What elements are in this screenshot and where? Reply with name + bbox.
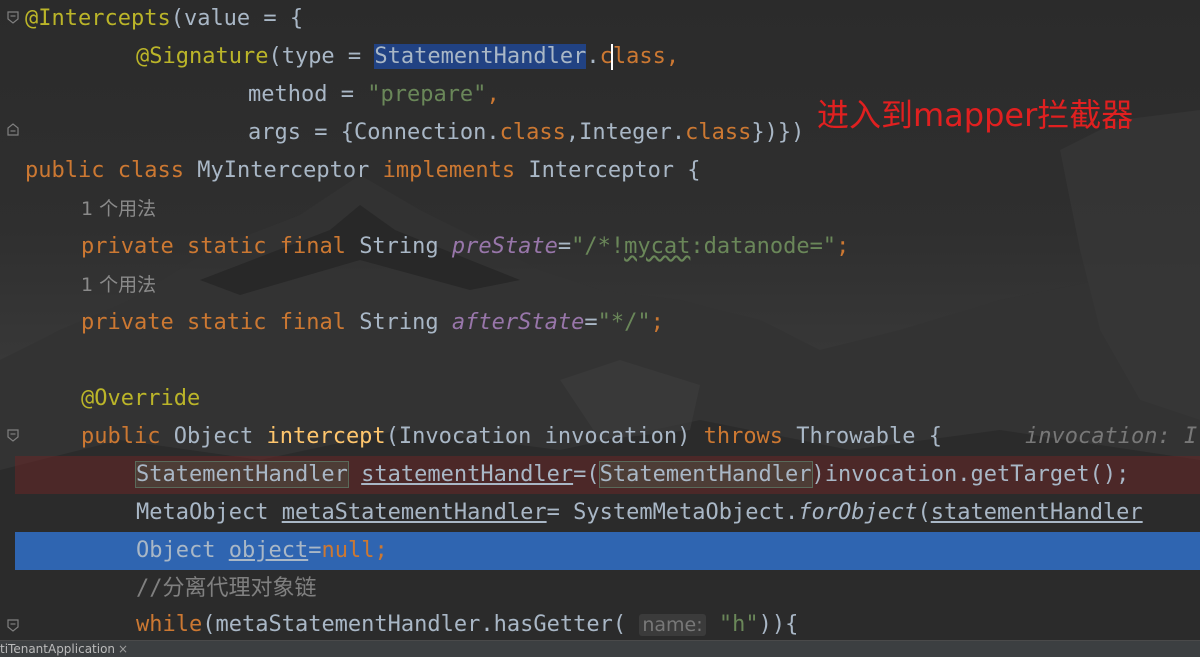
type-name: MetaObject	[136, 500, 269, 525]
usage-hint-line[interactable]: 1 个用法	[0, 190, 1200, 228]
string-token: :datanode="	[690, 234, 837, 259]
string-token: "/*!	[571, 234, 625, 259]
code-text: =(	[573, 462, 600, 487]
parameter-name-hint: name:	[639, 614, 706, 636]
code-text: ,	[665, 44, 680, 69]
keyword-token: null	[321, 538, 375, 563]
code-text: (Invocation invocation)	[385, 424, 704, 449]
code-text: ,Integer.	[565, 120, 686, 145]
keyword-token: class	[117, 158, 184, 183]
code-line-1[interactable]: @Intercepts(value = {	[0, 0, 1200, 38]
string-token: "h"	[718, 612, 759, 637]
class-name: MyInterceptor	[197, 158, 370, 183]
code-line-12[interactable]: public Object intercept(Invocation invoc…	[0, 418, 1200, 456]
code-text: ;	[650, 310, 664, 335]
editor-scrollbar[interactable]	[1190, 0, 1200, 640]
code-line-5[interactable]: public class MyInterceptor implements In…	[0, 152, 1200, 190]
text-caret	[611, 44, 613, 70]
keyword-token: private	[81, 310, 174, 335]
type-name: Object	[136, 538, 216, 563]
code-line-17[interactable]: while(metaStatementHandler.hasGetter( na…	[0, 606, 1200, 640]
code-text: (type =	[268, 44, 375, 69]
type-name: StatementHandler	[135, 461, 349, 488]
keyword-token: final	[279, 310, 346, 335]
type-name: String	[359, 234, 439, 259]
code-line-14[interactable]: MetaObject metaStatementHandler= SystemM…	[0, 494, 1200, 532]
keyword-token: implements	[382, 158, 516, 183]
code-text: method =	[248, 82, 368, 107]
code-text: })})	[751, 120, 805, 145]
keyword-token: throws	[703, 424, 784, 449]
close-icon[interactable]: ×	[118, 641, 128, 657]
code-editor[interactable]: @Intercepts(value = { @Signature(type = …	[0, 0, 1200, 640]
debug-inline-value: invocation: I	[1025, 424, 1198, 449]
run-tab-label[interactable]: tiTenantApplication	[0, 641, 115, 657]
code-line-7[interactable]: private static final String preState="/*…	[0, 228, 1200, 266]
code-text: =	[557, 234, 572, 259]
keyword-token: while	[136, 612, 203, 637]
string-token: "prepare"	[367, 82, 487, 107]
code-line-11[interactable]: @Override	[0, 380, 1200, 418]
typo-string-token: mycat	[624, 234, 691, 259]
field-name: afterState	[451, 310, 585, 335]
variable-name: metaStatementHandler	[281, 500, 547, 525]
type-name: Object	[173, 424, 254, 449]
selected-text[interactable]: StatementHandler	[374, 44, 587, 69]
code-line-2[interactable]: @Signature(type = StatementHandler.class…	[0, 38, 1200, 76]
code-text: (value = {	[170, 6, 304, 31]
code-text: ;	[836, 234, 850, 259]
annotation-token: @Signature	[136, 44, 269, 69]
keyword-token: public	[81, 424, 161, 449]
code-text: =	[584, 310, 598, 335]
keyword-token: class	[499, 120, 566, 145]
code-text: ,	[486, 82, 500, 107]
interface-name: Interceptor {	[528, 158, 701, 183]
keyword-token: class	[599, 44, 666, 69]
annotation-token: @Intercepts	[25, 6, 171, 31]
annotation-token: @Override	[81, 386, 201, 411]
breakpoint-line[interactable]: StatementHandler statementHandler=(State…	[15, 456, 1200, 494]
run-tab-bar[interactable]: tiTenantApplication ×	[0, 640, 1200, 657]
keyword-token: static	[186, 234, 267, 259]
code-line-16[interactable]: //分离代理对象链	[0, 570, 1200, 608]
red-annotation-note: 进入到mapper拦截器	[817, 96, 1134, 134]
code-comment: //分离代理对象链	[136, 576, 317, 601]
keyword-token: class	[685, 120, 752, 145]
code-text: (	[917, 500, 931, 525]
code-text: .	[586, 44, 600, 69]
variable-name: object	[228, 538, 309, 563]
usage-hint[interactable]: 1 个用法	[81, 190, 156, 228]
code-line-9[interactable]: private static final String afterState="…	[0, 304, 1200, 342]
type-name: String	[359, 310, 439, 335]
keyword-token: static	[186, 310, 267, 335]
code-text: )invocation.getTarget();	[811, 462, 1130, 487]
code-text: (metaStatementHandler.hasGetter(	[202, 612, 627, 637]
usage-hint[interactable]: 1 个用法	[81, 266, 156, 304]
code-text: =	[308, 538, 322, 563]
code-text: )){	[758, 612, 799, 637]
field-name: preState	[451, 234, 558, 259]
method-name: intercept	[266, 424, 386, 449]
code-text: = SystemMetaObject.	[546, 500, 799, 525]
keyword-token: final	[279, 234, 346, 259]
variable-name: statementHandler	[361, 462, 574, 487]
code-text: Throwable {	[783, 424, 943, 449]
string-token: "*/"	[597, 310, 651, 335]
keyword-token: private	[81, 234, 174, 259]
current-execution-line[interactable]: Object object=null;	[15, 532, 1200, 570]
variable-name: statementHandler	[930, 500, 1143, 525]
code-text: args = {Connection.	[248, 120, 500, 145]
keyword-token: public	[25, 158, 105, 183]
cast-type: StatementHandler	[598, 461, 813, 488]
code-text: ;	[374, 538, 388, 563]
usage-hint-line[interactable]: 1 个用法	[0, 266, 1200, 304]
method-call: forObject	[798, 500, 918, 525]
